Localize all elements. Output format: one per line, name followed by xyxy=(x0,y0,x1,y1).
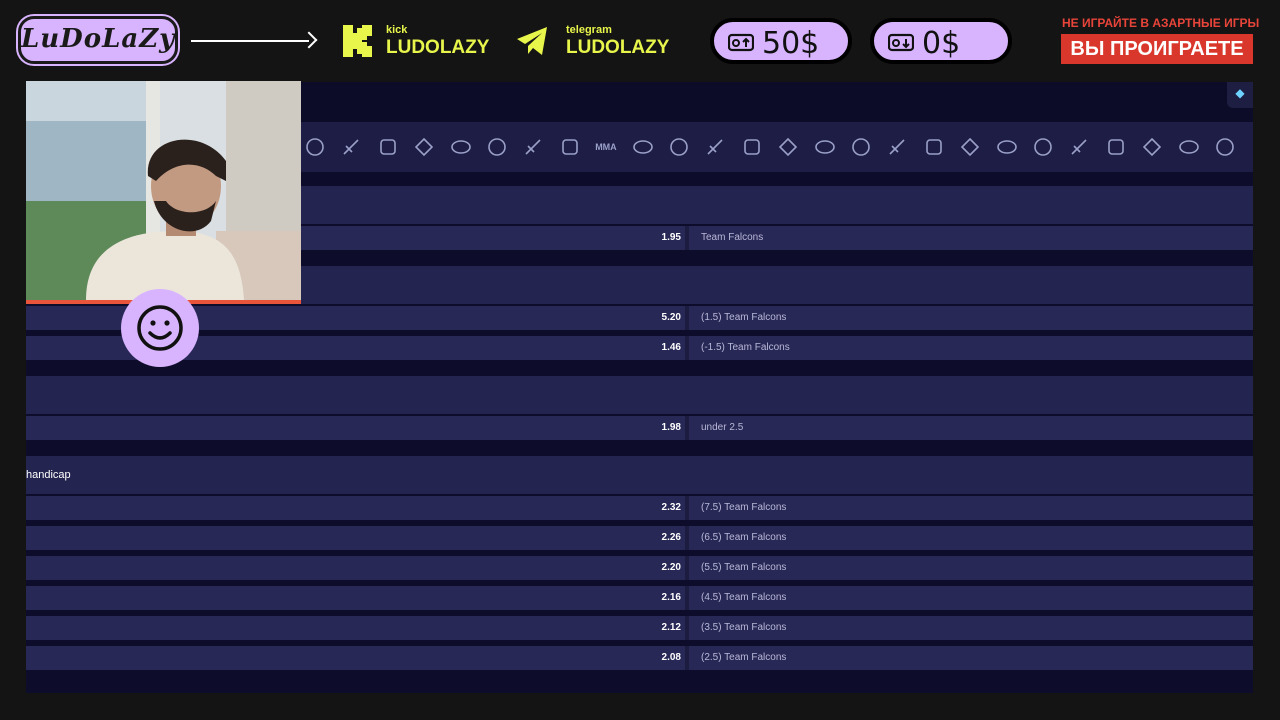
sport-icon-25[interactable] xyxy=(1178,136,1200,158)
deposit-counter: 50$ xyxy=(710,18,852,64)
odds-value[interactable]: 2.20 xyxy=(662,556,681,580)
odds-value[interactable]: 2.12 xyxy=(662,616,681,640)
odds-value[interactable]: 2.08 xyxy=(662,646,681,670)
sport-icon-4[interactable] xyxy=(413,136,435,158)
sport-icon-15[interactable] xyxy=(814,136,836,158)
arrow-head-icon xyxy=(300,31,318,49)
bet-row[interactable]: 2.32 (7.5) Team Falcons xyxy=(26,496,1253,520)
sport-icon-21[interactable] xyxy=(1032,136,1054,158)
odds-value[interactable]: 2.26 xyxy=(662,526,681,550)
sport-icon-2[interactable] xyxy=(340,136,362,158)
sport-icon-20[interactable] xyxy=(996,136,1018,158)
kick-name: LUDOLAZY xyxy=(386,37,490,58)
selection-label: (4.5) Team Falcons xyxy=(701,592,787,603)
sport-icon-8[interactable] xyxy=(559,136,581,158)
selection-label: (1.5) Team Falcons xyxy=(701,312,787,323)
selection-label: (2.5) Team Falcons xyxy=(701,652,787,663)
bet-row[interactable]: 2.08 (2.5) Team Falcons xyxy=(26,646,1253,670)
sport-icon-16[interactable] xyxy=(850,136,872,158)
odds-value[interactable]: 2.16 xyxy=(662,586,681,610)
divider xyxy=(685,646,689,670)
kick-label: kick xyxy=(386,24,408,36)
selection-label: under 2.5 xyxy=(701,422,744,433)
bet-row[interactable]: 5.20 (1.5) Team Falcons xyxy=(26,306,1253,330)
telegram-icon xyxy=(517,27,547,55)
divider xyxy=(685,586,689,610)
odds-value[interactable]: 1.95 xyxy=(662,226,681,250)
selection-label: (6.5) Team Falcons xyxy=(701,532,787,543)
divider xyxy=(685,226,689,250)
gambling-warning-banner: ВЫ ПРОИГРАЕТЕ xyxy=(1061,34,1253,64)
mma-label: MMA xyxy=(595,142,617,152)
odds-value[interactable]: 1.98 xyxy=(662,416,681,440)
withdraw-counter: 0$ xyxy=(870,18,1012,64)
divider xyxy=(685,556,689,580)
odds-value[interactable]: 1.46 xyxy=(662,336,681,360)
divider xyxy=(685,616,689,640)
diamond-icon[interactable]: ◆ xyxy=(1227,82,1253,108)
odds-value[interactable]: 2.32 xyxy=(662,496,681,520)
divider xyxy=(685,526,689,550)
cash-in-icon xyxy=(728,33,754,52)
cash-out-icon xyxy=(888,33,914,52)
sport-icon-19[interactable] xyxy=(959,136,981,158)
bet-row[interactable]: 2.16 (4.5) Team Falcons xyxy=(26,586,1253,610)
odds-value[interactable]: 5.20 xyxy=(662,306,681,330)
selection-label: (7.5) Team Falcons xyxy=(701,502,787,513)
sport-icon-26[interactable] xyxy=(1214,136,1236,158)
divider xyxy=(685,306,689,330)
divider xyxy=(685,416,689,440)
sport-icon-mma[interactable]: MMA xyxy=(595,136,617,158)
market-group-header xyxy=(26,376,1253,414)
sport-icon-18[interactable] xyxy=(923,136,945,158)
divider xyxy=(685,336,689,360)
telegram-label: telegram xyxy=(566,24,612,36)
deposit-value: 50$ xyxy=(762,26,820,61)
sport-icon-14[interactable] xyxy=(777,136,799,158)
webcam-image xyxy=(26,81,301,300)
bet-row[interactable]: 1.46 (-1.5) Team Falcons xyxy=(26,336,1253,360)
sport-icon-22[interactable] xyxy=(1068,136,1090,158)
arrow-icon xyxy=(191,40,309,42)
bet-row[interactable]: 2.26 (6.5) Team Falcons xyxy=(26,526,1253,550)
bet-row[interactable]: 1.98 under 2.5 xyxy=(26,416,1253,440)
withdraw-value: 0$ xyxy=(922,26,961,61)
sport-icon-6[interactable] xyxy=(486,136,508,158)
smiley-icon xyxy=(121,289,199,367)
selection-label: Team Falcons xyxy=(701,232,764,243)
selection-label: (-1.5) Team Falcons xyxy=(701,342,790,353)
webcam-feed xyxy=(26,81,301,304)
stream-overlay-bar: LuDoLaZy kick LUDOLAZY telegram LUDOLAZY… xyxy=(0,0,1280,82)
market-group-header: handicap xyxy=(26,456,1253,494)
sport-icon-3[interactable] xyxy=(377,136,399,158)
kick-icon xyxy=(343,25,372,57)
sport-icon-7[interactable] xyxy=(522,136,544,158)
sport-icon-5[interactable] xyxy=(450,136,472,158)
market-group-label: handicap xyxy=(26,469,71,481)
channel-logo: LuDoLaZy xyxy=(18,16,178,64)
sport-icon-24[interactable] xyxy=(1141,136,1163,158)
gambling-warning-text: НЕ ИГРАЙТЕ В АЗАРТНЫЕ ИГРЫ xyxy=(1062,16,1260,30)
sport-icon-10[interactable] xyxy=(632,136,654,158)
divider xyxy=(685,496,689,520)
sport-icon-1[interactable] xyxy=(304,136,326,158)
bet-row[interactable]: 2.20 (5.5) Team Falcons xyxy=(26,556,1253,580)
sport-icon-17[interactable] xyxy=(886,136,908,158)
sport-icon-12[interactable] xyxy=(704,136,726,158)
sport-icon-11[interactable] xyxy=(668,136,690,158)
selection-label: (3.5) Team Falcons xyxy=(701,622,787,633)
selection-label: (5.5) Team Falcons xyxy=(701,562,787,573)
bet-row[interactable]: 2.12 (3.5) Team Falcons xyxy=(26,616,1253,640)
sport-icon-13[interactable] xyxy=(741,136,763,158)
telegram-name: LUDOLAZY xyxy=(566,37,670,58)
sport-icon-23[interactable] xyxy=(1105,136,1127,158)
